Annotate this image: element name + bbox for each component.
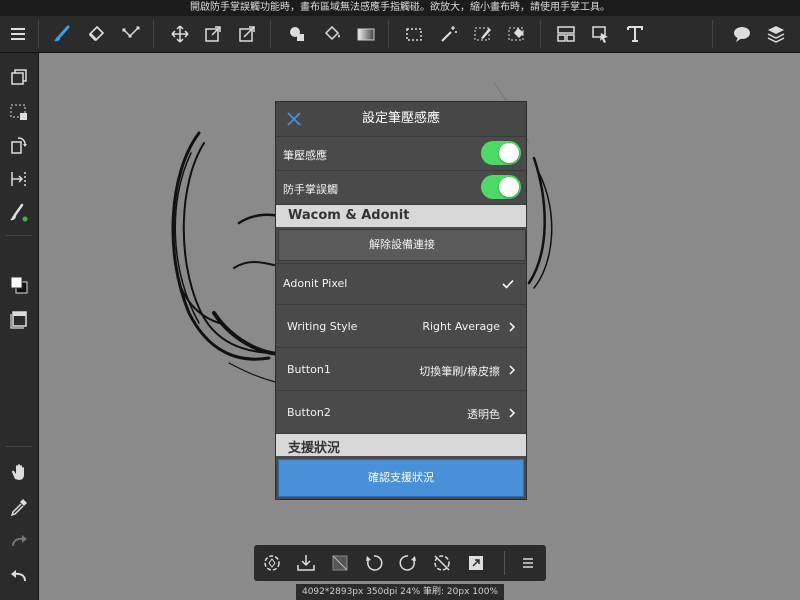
rotate-canvas-icon[interactable] [5, 131, 33, 159]
button1-value: 切換筆刷/橡皮擦 [419, 365, 500, 378]
redo-bottom-icon[interactable] [395, 550, 421, 576]
pressure-row: 筆壓感應 [276, 137, 526, 171]
left-toolbar [0, 53, 39, 600]
button2-value: 透明色 [467, 408, 500, 421]
fill-shape-icon[interactable] [283, 20, 311, 48]
undo-bottom-icon[interactable] [361, 550, 387, 576]
layout-icon[interactable] [552, 20, 580, 48]
dialog-header: 設定筆壓感應 [276, 102, 526, 137]
select-eraser-icon[interactable] [503, 20, 531, 48]
select-arrow-icon[interactable] [587, 20, 615, 48]
magic-wand-icon[interactable] [435, 20, 463, 48]
select-pen-icon[interactable] [469, 20, 497, 48]
more-menu-icon[interactable] [515, 550, 541, 576]
device-row[interactable]: Adonit Pixel [276, 264, 526, 305]
disconnect-row: 解除設備連接 [276, 227, 526, 264]
selection-layer-icon[interactable] [5, 98, 33, 126]
pressure-toggle[interactable] [481, 141, 521, 165]
chevron-right-icon [509, 322, 516, 332]
main-toolbar [0, 16, 800, 53]
menu-icon[interactable] [4, 20, 32, 48]
color-swatch-icon[interactable] [5, 271, 33, 299]
layer-panel-icon[interactable] [5, 305, 33, 333]
vector-icon[interactable] [117, 20, 145, 48]
rotate-reset-icon[interactable] [259, 550, 285, 576]
writing-style-row[interactable]: Writing Style Right Average [276, 305, 526, 348]
gradient-icon[interactable] [352, 20, 380, 48]
status-hint: 開啟防手掌誤觸功能時，畫布區域無法感應手指觸碰。欲放大，縮小畫布時，請使用手掌工… [0, 0, 800, 16]
chevron-right-icon [509, 365, 516, 375]
redo-icon[interactable] [5, 527, 33, 555]
writing-style-label: Writing Style [287, 320, 358, 333]
button1-label: Button1 [287, 363, 331, 376]
button1-row[interactable]: Button1 切換筆刷/橡皮擦 [276, 348, 526, 391]
move-icon[interactable] [166, 20, 194, 48]
disconnect-button[interactable]: 解除設備連接 [278, 229, 526, 261]
pen-pressure-dialog: 設定筆壓感應 筆壓感應 防手掌誤觸 Wacom & Adonit 解除設備連接 … [275, 101, 527, 500]
eyedropper-icon[interactable] [5, 493, 33, 521]
copy-layer-icon[interactable] [5, 63, 33, 91]
transform-corner-icon[interactable] [233, 20, 261, 48]
hand-tool-icon[interactable] [5, 458, 33, 486]
section-support: 支援狀況 [276, 434, 526, 456]
eraser-icon[interactable] [82, 20, 110, 48]
canvas-info: 4092*2893px 350dpi 24% 筆刷: 20px 100% [296, 584, 504, 600]
chevron-right-icon [509, 408, 516, 418]
import-icon[interactable] [293, 550, 319, 576]
confirm-support-button[interactable]: 確認支援狀況 [278, 459, 524, 497]
selection-rect-icon[interactable] [400, 20, 428, 48]
comment-icon[interactable] [728, 20, 756, 48]
snap-icon[interactable] [463, 550, 489, 576]
flip-canvas-icon[interactable] [5, 165, 33, 193]
dialog-title: 設定筆壓感應 [361, 111, 440, 126]
layers-icon[interactable] [762, 20, 790, 48]
brush-icon[interactable] [48, 20, 76, 48]
bottom-toolbar [254, 545, 546, 581]
transform-icon[interactable] [199, 20, 227, 48]
rotate-lock-icon[interactable] [429, 550, 455, 576]
section-wacom: Wacom & Adonit [276, 205, 526, 227]
button2-row[interactable]: Button2 透明色 [276, 391, 526, 434]
checkmark-icon [502, 279, 514, 289]
pressure-label: 筆壓感應 [283, 149, 327, 162]
clear-layer-icon[interactable] [327, 550, 353, 576]
palm-rejection-label: 防手掌誤觸 [283, 183, 338, 196]
button2-label: Button2 [287, 406, 331, 419]
device-name: Adonit Pixel [283, 277, 348, 290]
writing-style-value: Right Average [422, 320, 500, 333]
confirm-row: 確認支援狀況 [276, 456, 526, 498]
undo-icon[interactable] [5, 562, 33, 590]
brush-settings-icon[interactable] [5, 199, 33, 227]
text-icon[interactable] [621, 20, 649, 48]
bucket-icon[interactable] [318, 20, 346, 48]
palm-rejection-row: 防手掌誤觸 [276, 171, 526, 205]
palm-rejection-toggle[interactable] [481, 175, 521, 199]
